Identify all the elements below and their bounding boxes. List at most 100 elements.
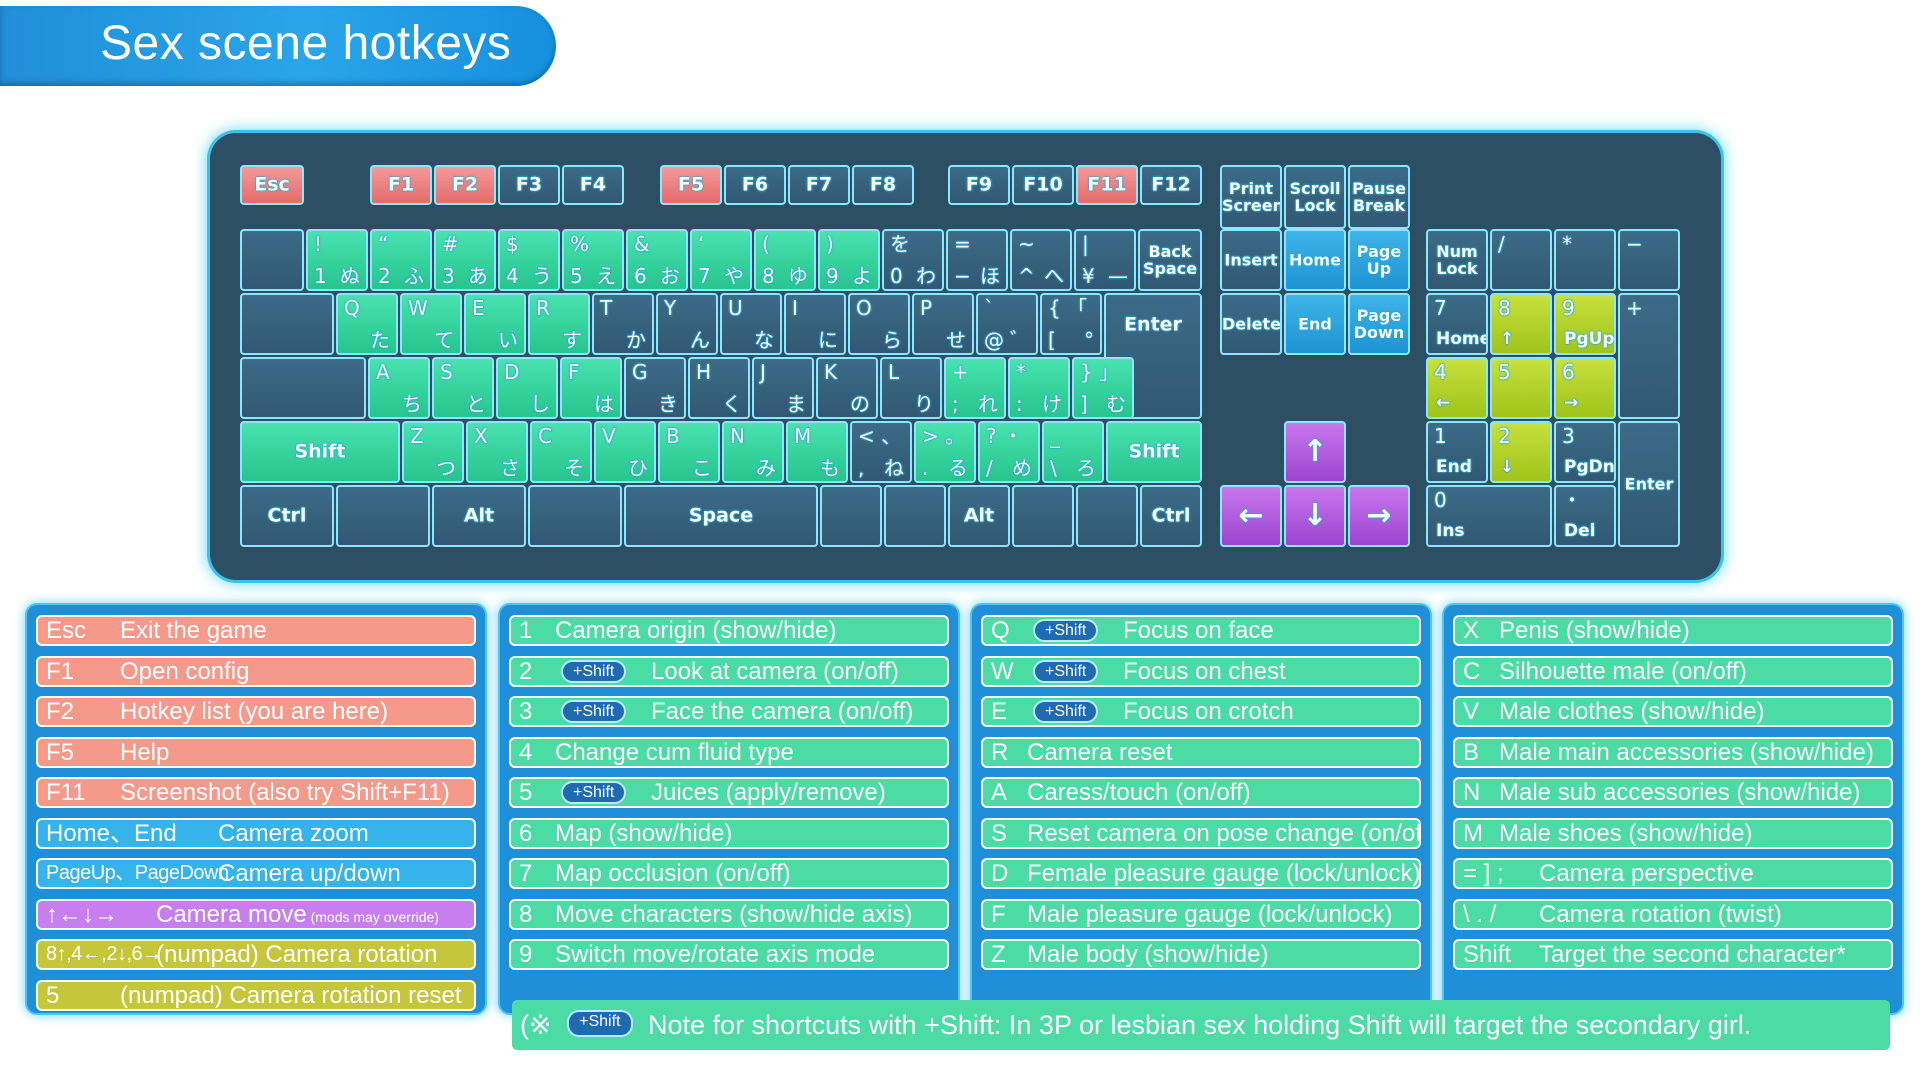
key-kana: か xyxy=(626,328,646,352)
key-num4: 4 ← xyxy=(1426,357,1488,419)
key-shift-char: − xyxy=(1626,232,1643,256)
hotkey-key: N xyxy=(1463,779,1481,806)
key-nav-label: → xyxy=(1564,393,1579,413)
hotkey-row: F5 Help xyxy=(36,736,476,768)
key-kz: Zつ xyxy=(402,421,464,483)
hotkey-row: X Penis (show/hide) xyxy=(1453,615,1893,646)
hotkey-key: S xyxy=(991,819,1008,847)
key-kana: に xyxy=(818,328,838,352)
key-main-char: ^ xyxy=(1018,264,1035,288)
key-f8: F8 xyxy=(852,165,914,205)
key-kg: Gき xyxy=(624,357,686,419)
key-insert: Insert xyxy=(1220,229,1282,291)
key-kana: え xyxy=(596,264,616,288)
hotkey-description: Look at camera (on/off) xyxy=(651,658,899,685)
hotkey-row: 4 Change cum fluid type xyxy=(509,736,949,768)
key-shift-char: L xyxy=(888,360,900,384)
hotkey-key: 5 xyxy=(46,981,60,1009)
key-kbracket: { 「 [° xyxy=(1040,293,1102,355)
hotkey-key: PageUp、PageDown xyxy=(46,862,229,884)
key-label: F6 xyxy=(741,173,769,196)
key-num0: 0 Ins xyxy=(1426,485,1552,547)
key-kt: Tか xyxy=(592,293,654,355)
hotkey-key: \ . / xyxy=(1463,900,1497,928)
hotkey-description: Male sub accessories (show/hide) xyxy=(1499,779,1861,806)
hotkey-key: Z xyxy=(991,941,1006,968)
key-label: Home xyxy=(1289,250,1341,270)
hotkey-key: A xyxy=(991,779,1008,806)
hotkey-description-text: Male sub accessories (show/hide) xyxy=(1499,779,1861,806)
key-kn: Nみ xyxy=(722,421,784,483)
key-shift-char: ) xyxy=(826,232,834,256)
hotkey-row: 8 Move characters (show/hide axis) xyxy=(509,898,949,930)
key-shift-char: ` xyxy=(984,296,994,320)
key-label: ↓ xyxy=(1302,498,1328,533)
key-backspace: Back Space xyxy=(1138,229,1202,291)
key-kana: す xyxy=(562,328,582,352)
shift-badge: +Shift xyxy=(561,700,627,723)
key-label: Scroll Lock xyxy=(1289,179,1341,215)
key-shift-char: X xyxy=(474,424,488,448)
key-kana: ろ xyxy=(1076,456,1096,480)
key-kj: Jま xyxy=(752,357,814,419)
shift-badge: +Shift xyxy=(1033,700,1099,723)
key-label: F1 xyxy=(387,173,415,196)
key-num-minus: − xyxy=(1618,229,1680,291)
hotkey-description: Target the second character* xyxy=(1539,941,1846,968)
hotkey-row: V Male clothes (show/hide) xyxy=(1453,696,1893,727)
key-f10: F10 xyxy=(1012,165,1074,205)
hotkey-description: Camera reset xyxy=(1027,739,1172,766)
key-shift-char: C xyxy=(538,424,552,448)
key-label: Enter xyxy=(1124,313,1182,336)
hotkey-description-text: Caress/touch (on/off) xyxy=(1027,779,1251,806)
hotkey-description-text: Help xyxy=(120,738,170,766)
hotkey-row: = ] ; Camera perspective xyxy=(1453,858,1893,889)
key-shift-char: + xyxy=(1626,296,1643,320)
key-kana: れ xyxy=(978,392,998,416)
key-kminus: = − ほ xyxy=(946,229,1008,291)
hotkey-description-text: Male pleasure gauge (lock/unlock) xyxy=(1027,900,1393,928)
key-menu xyxy=(1076,485,1138,547)
key-print-screen: Print Screen xyxy=(1220,165,1282,229)
panel-3: Q +Shift Focus on face W +Shift Focus on ches… xyxy=(972,605,1430,1013)
hotkey-key: D xyxy=(991,860,1009,887)
hotkey-description: Penis (show/hide) xyxy=(1499,617,1690,644)
key-zenkaku xyxy=(240,229,304,291)
key-rctrl: Ctrl xyxy=(1140,485,1202,547)
hotkey-key: F11 xyxy=(46,779,86,806)
key-shift-char: ( xyxy=(762,232,770,256)
hotkey-description: Change cum fluid type xyxy=(555,739,794,766)
key-shift-char: R xyxy=(536,296,550,320)
key-shift-char: $ xyxy=(506,232,519,256)
key-main-char: @ xyxy=(984,328,1004,352)
key-num1: 1 End xyxy=(1426,421,1488,483)
key-label: Enter xyxy=(1624,474,1674,494)
key-shift-char: 5 xyxy=(1498,360,1511,384)
key-kana xyxy=(884,485,946,547)
hotkey-row: F1 Open config xyxy=(36,655,476,687)
hotkey-description-text: Camera move xyxy=(156,900,307,928)
key-kana: う xyxy=(532,264,552,288)
key-shift-char: 6 xyxy=(1562,360,1575,384)
key-label: F4 xyxy=(579,173,607,196)
key-kana: み xyxy=(756,456,776,480)
hotkey-key: W xyxy=(991,657,1014,685)
key-henkan xyxy=(820,485,882,547)
key-label: Insert xyxy=(1224,250,1278,270)
key-label: Shift xyxy=(1128,440,1180,463)
key-shift-char: Z xyxy=(410,424,424,448)
hotkey-row: C Silhouette male (on/off) xyxy=(1453,655,1893,687)
hotkey-row: Shift Target the second character* xyxy=(1453,939,1893,970)
key-rshift: Shift xyxy=(1106,421,1202,483)
key-page-up: Page Up xyxy=(1348,229,1410,291)
shift-badge: +Shift xyxy=(561,659,627,683)
key-shift-char: + xyxy=(952,360,969,384)
key-home: Home xyxy=(1284,229,1346,291)
hotkey-description: (numpad) Camera rotation xyxy=(156,941,437,968)
hotkey-description-text: Hotkey list (you are here) xyxy=(120,698,389,725)
hotkey-key: C xyxy=(1463,657,1481,685)
shift-note: (※ +Shift Note for shortcuts with +Shift… xyxy=(512,1000,1890,1050)
key-ralt: Alt xyxy=(948,485,1010,547)
hotkey-description-text: Camera zoom xyxy=(218,819,369,847)
key-scroll-lock: Scroll Lock xyxy=(1284,165,1346,229)
